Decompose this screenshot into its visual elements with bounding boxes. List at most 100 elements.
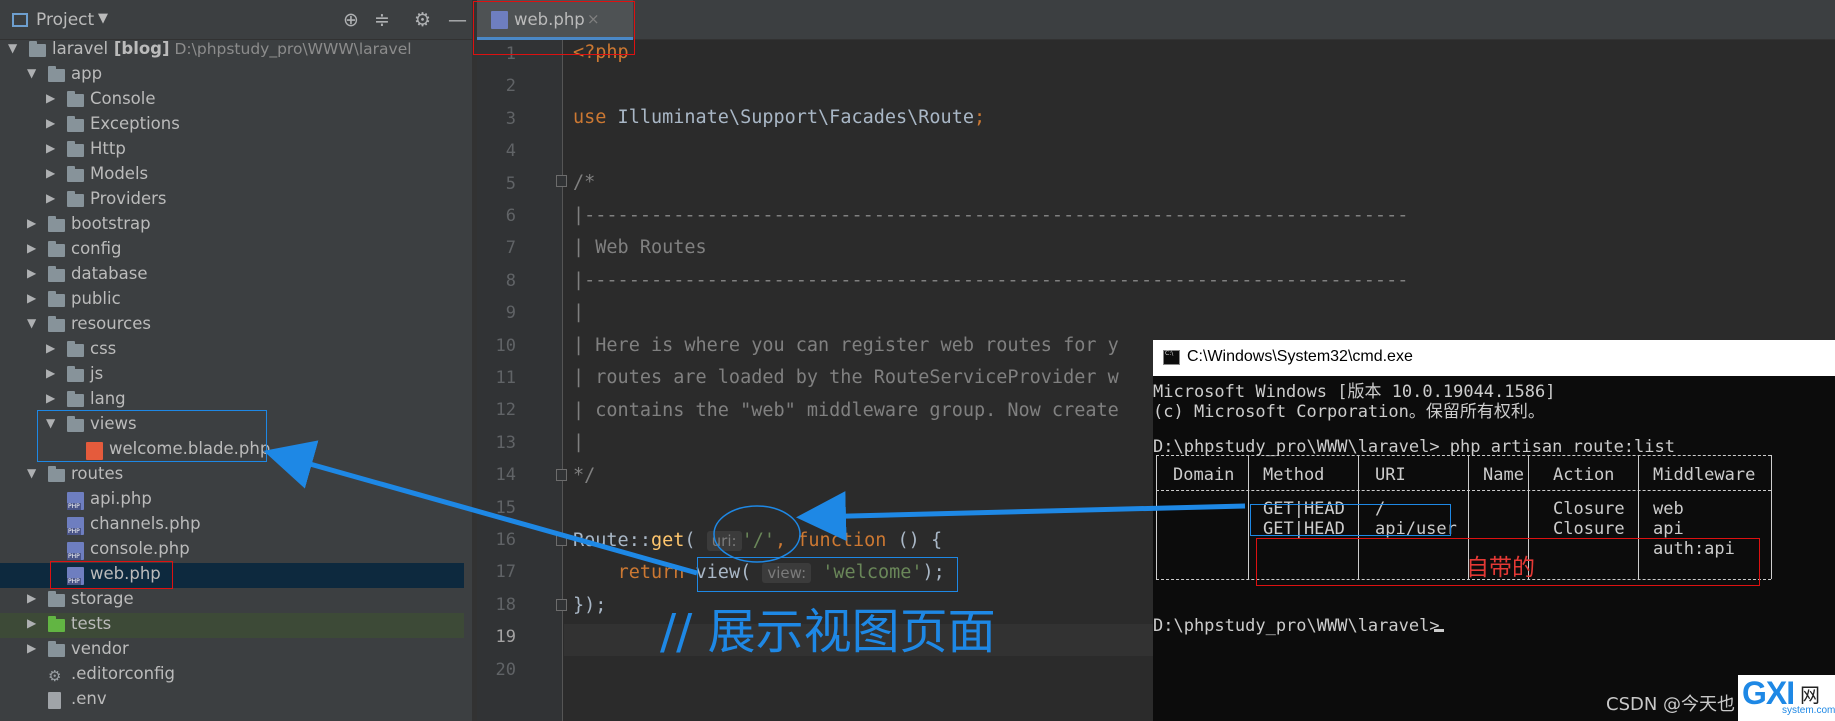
code-line-6[interactable]: |---------------------------------------… [573, 205, 1408, 226]
tree-item-name: bootstrap [71, 214, 151, 233]
chevron-right-icon[interactable]: ▶ [27, 291, 36, 305]
folder-icon [48, 216, 65, 232]
chevron-right-icon[interactable]: ▶ [46, 166, 55, 180]
route-cell-action: Closure [1553, 519, 1625, 539]
tree-api-php[interactable]: api.php [0, 488, 472, 513]
col-header-middleware: Middleware [1653, 465, 1756, 485]
tree-item-name: storage [71, 589, 134, 608]
fold-marker-icon[interactable] [556, 534, 567, 546]
tree-bootstrap[interactable]: ▶ bootstrap [0, 213, 472, 238]
chevron-right-icon[interactable]: ▶ [46, 191, 55, 205]
tree-providers[interactable]: ▶ Providers [0, 188, 472, 213]
folder-icon [67, 391, 84, 407]
chevron-right-icon[interactable]: ▶ [27, 591, 36, 605]
project-sidebar: Project ▼ ⊕ ≑ ⚙ — ▼ laravel [blog] D:\php… [0, 0, 472, 721]
folder-icon [48, 466, 65, 482]
tree-vendor[interactable]: ▶ vendor [0, 638, 472, 663]
fold-marker-icon[interactable] [556, 175, 567, 187]
chevron-right-icon[interactable]: ▶ [27, 216, 36, 230]
tree-channels-php[interactable]: channels.php [0, 513, 472, 538]
tree-env[interactable]: .env [0, 688, 472, 713]
folder-icon [48, 591, 65, 607]
minimize-icon[interactable]: — [448, 9, 467, 31]
code-keyword: function [797, 530, 887, 551]
folder-icon [48, 241, 65, 257]
chevron-right-icon[interactable]: ▶ [46, 91, 55, 105]
cmd-titlebar[interactable]: C:\Windows\System32\cmd.exe [1153, 340, 1835, 376]
fold-marker-icon[interactable] [556, 469, 567, 481]
tree-console[interactable]: ▶ Console [0, 88, 472, 113]
code-line-11[interactable]: | routes are loaded by the RouteServiceP… [573, 367, 1119, 388]
chevron-right-icon[interactable]: ▶ [46, 116, 55, 130]
tree-models[interactable]: ▶ Models [0, 163, 472, 188]
tree-resources[interactable]: ▼ resources [0, 313, 472, 338]
code-line-16[interactable]: Route::get( uri: '/', function () { [573, 530, 942, 551]
code-line-8[interactable]: |---------------------------------------… [573, 270, 1408, 291]
table-border [1771, 455, 1772, 579]
chevron-right-icon[interactable]: ▶ [27, 641, 36, 655]
chevron-down-icon[interactable]: ▼ [27, 466, 36, 480]
php-file-icon [67, 542, 84, 560]
annotation-box-route-root [1250, 504, 1451, 536]
param-hint-uri: uri: [706, 531, 742, 551]
tree-exceptions[interactable]: ▶ Exceptions [0, 113, 472, 138]
chevron-down-icon[interactable]: ▼ [27, 316, 36, 330]
chevron-down-icon[interactable]: ▼ [27, 66, 36, 80]
code-line-13[interactable]: | [573, 432, 584, 453]
tree-item-name: laravel [52, 39, 109, 58]
line-number: 14 [495, 465, 516, 486]
chevron-right-icon[interactable]: ▶ [46, 341, 55, 355]
folder-icon [67, 341, 84, 357]
tree-public[interactable]: ▶ public [0, 288, 472, 313]
line-number: 12 [495, 400, 516, 421]
folder-icon [67, 366, 84, 382]
code-line-9[interactable]: | [573, 302, 584, 323]
code-line-10[interactable]: | Here is where you can register web rou… [573, 335, 1119, 356]
tree-item-label: vendor [71, 639, 129, 658]
tree-css[interactable]: ▶ css [0, 338, 472, 363]
target-icon[interactable]: ⊕ [343, 9, 359, 31]
tree-js[interactable]: ▶ js [0, 363, 472, 388]
code-text: Illuminate\Support\Facades\Route [606, 107, 974, 128]
chevron-right-icon[interactable]: ▶ [46, 391, 55, 405]
code-line-14[interactable]: */ [573, 465, 595, 486]
project-title[interactable]: Project [36, 10, 94, 30]
collapse-icon[interactable]: ≑ [374, 9, 390, 31]
editor-tab-bar: web.php × [477, 0, 1835, 40]
tree-item-name: Providers [90, 189, 167, 208]
tree-item-name: Exceptions [90, 114, 180, 133]
tree-laravel[interactable]: ▼ laravel [blog] D:\phpstudy_pro\WWW\lara… [0, 38, 472, 63]
tree-database[interactable]: ▶ database [0, 263, 472, 288]
tree-storage[interactable]: ▶ storage [0, 588, 472, 613]
tree-item-name: resources [71, 314, 151, 333]
tree-item-label: channels.php [90, 514, 201, 533]
code-line-7[interactable]: | Web Routes [573, 237, 707, 258]
tree-routes[interactable]: ▼ routes [0, 463, 472, 488]
tree-config[interactable]: ▶ config [0, 238, 472, 263]
chevron-down-icon[interactable]: ▼ [98, 11, 108, 26]
fold-marker-icon[interactable] [556, 599, 567, 611]
tree-tests[interactable]: ▶ tests [0, 613, 472, 638]
tree-item-label: js [90, 364, 103, 383]
tree-app[interactable]: ▼ app [0, 63, 472, 88]
tree-item-label: routes [71, 464, 123, 483]
tree-item-label: public [71, 289, 121, 308]
code-line-18[interactable]: }); [573, 595, 606, 616]
chevron-right-icon[interactable]: ▶ [27, 266, 36, 280]
line-number: 3 [505, 108, 516, 129]
tree-editorconfig[interactable]: ⚙ .editorconfig [0, 663, 472, 688]
chevron-right-icon[interactable]: ▶ [27, 241, 36, 255]
chevron-right-icon[interactable]: ▶ [46, 141, 55, 155]
tree-http[interactable]: ▶ Http [0, 138, 472, 163]
code-line-12[interactable]: | contains the "web" middleware group. N… [573, 400, 1119, 421]
sidebar-scrollbar[interactable] [464, 40, 472, 721]
code-line-3[interactable]: use Illuminate\Support\Facades\Route; [573, 107, 985, 128]
chevron-right-icon[interactable]: ▶ [27, 616, 36, 630]
tree-item-name: public [71, 289, 121, 308]
watermark-logo-cn: 网 [1800, 683, 1820, 707]
gear-icon[interactable]: ⚙ [414, 9, 431, 31]
chevron-down-icon[interactable]: ▼ [8, 41, 17, 55]
code-line-5[interactable]: /* [573, 172, 595, 193]
chevron-right-icon[interactable]: ▶ [46, 366, 55, 380]
tree-console-php[interactable]: console.php [0, 538, 472, 563]
